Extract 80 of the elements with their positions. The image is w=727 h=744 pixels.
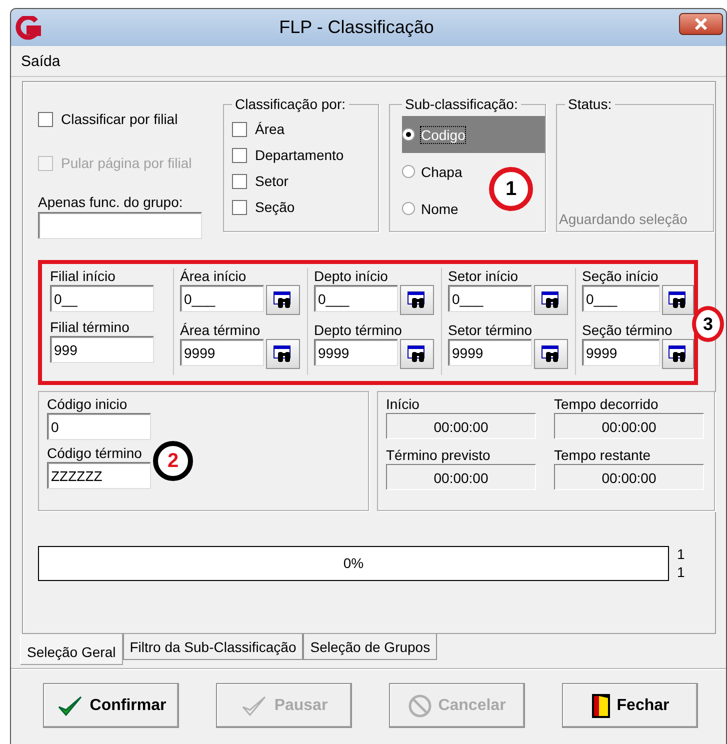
check-icon bbox=[240, 694, 268, 718]
lookup-button[interactable] bbox=[266, 339, 300, 369]
group-title: Status: bbox=[567, 96, 613, 112]
field-label: Filial término bbox=[50, 319, 130, 335]
callout-marker: 3 bbox=[692, 306, 724, 342]
callout-marker: 2 bbox=[153, 441, 193, 481]
field-label: Término previsto bbox=[386, 447, 492, 463]
time-display: 00:00:00 bbox=[386, 413, 536, 439]
field-label: Depto término bbox=[314, 322, 402, 338]
input-field[interactable]: 0___ bbox=[582, 285, 660, 312]
prohibited-icon bbox=[408, 694, 432, 718]
field-label: Seção início bbox=[582, 268, 658, 284]
close-icon bbox=[694, 18, 708, 30]
field-label: Apenas func. do grupo: bbox=[38, 194, 183, 210]
lookup-button[interactable] bbox=[266, 285, 300, 315]
input-field[interactable]: ZZZZZZ bbox=[47, 462, 151, 489]
logo-icon bbox=[15, 16, 41, 40]
field-label: Início bbox=[386, 396, 420, 412]
checkbox[interactable]: Setor bbox=[232, 168, 370, 194]
binoculars-icon bbox=[668, 345, 688, 363]
time-display: 00:00:00 bbox=[554, 464, 704, 490]
input-field[interactable]: 0__ bbox=[50, 285, 154, 312]
lookup-button[interactable] bbox=[400, 285, 434, 315]
lookup-button[interactable] bbox=[662, 285, 694, 315]
checkbox[interactable]: Classificar por filial bbox=[38, 108, 213, 130]
field-label: Área início bbox=[180, 268, 246, 284]
field-label: Seção término bbox=[582, 322, 672, 338]
input-field[interactable] bbox=[38, 212, 202, 239]
input-field[interactable]: 999 bbox=[50, 336, 154, 363]
input-field[interactable]: 0___ bbox=[180, 285, 264, 312]
binoculars-icon bbox=[668, 291, 688, 309]
lookup-button[interactable] bbox=[400, 339, 434, 369]
binoculars-icon bbox=[541, 291, 561, 309]
field-label: Tempo restante bbox=[554, 447, 652, 463]
action-button[interactable]: Confirmar bbox=[43, 683, 179, 728]
checkbox[interactable]: Seção bbox=[232, 194, 370, 220]
progress-text: 0% bbox=[343, 555, 364, 571]
input-field[interactable]: 9999 bbox=[582, 339, 660, 366]
action-button[interactable]: Fechar bbox=[562, 683, 698, 728]
field-label: Setor término bbox=[448, 322, 532, 338]
lookup-button[interactable] bbox=[534, 285, 568, 315]
status-text: Aguardando seleção bbox=[559, 211, 688, 227]
field-label: Área término bbox=[180, 322, 260, 338]
binoculars-icon bbox=[407, 291, 427, 309]
window-title: FLP - Classificação bbox=[278, 17, 435, 38]
input-field[interactable]: 0 bbox=[47, 413, 151, 440]
binoculars-icon bbox=[273, 291, 293, 309]
input-field[interactable]: 0___ bbox=[448, 285, 532, 312]
time-display: 00:00:00 bbox=[386, 464, 536, 490]
radio-option[interactable]: Codigo bbox=[402, 116, 545, 153]
input-field[interactable]: 9999 bbox=[448, 339, 532, 366]
check-icon bbox=[56, 694, 84, 718]
field-label: Tempo decorrido bbox=[554, 396, 660, 412]
checkbox[interactable]: Área bbox=[232, 116, 370, 142]
input-field[interactable]: 9999 bbox=[314, 339, 398, 366]
door-icon bbox=[590, 692, 611, 718]
field-label: Código inicio bbox=[47, 396, 128, 412]
close-button[interactable] bbox=[679, 13, 723, 35]
field-label: Código término bbox=[47, 445, 142, 461]
counter-text: 1 bbox=[677, 563, 685, 581]
counter-text: 1 bbox=[677, 545, 685, 563]
binoculars-icon bbox=[273, 345, 293, 363]
group-title: Sub-classificação: bbox=[404, 96, 519, 112]
time-display: 00:00:00 bbox=[554, 413, 704, 439]
binoculars-icon bbox=[541, 345, 561, 363]
checkbox[interactable]: Departamento bbox=[232, 142, 370, 168]
menu-item[interactable]: Saída bbox=[17, 52, 64, 70]
callout-marker: 1 bbox=[489, 167, 533, 211]
binoculars-icon bbox=[407, 345, 427, 363]
tab[interactable]: Seleção Geral bbox=[20, 634, 123, 665]
lookup-button[interactable] bbox=[662, 339, 694, 369]
lookup-button[interactable] bbox=[534, 339, 568, 369]
tab[interactable]: Seleção de Grupos bbox=[303, 634, 438, 660]
group-title: Classificação por: bbox=[234, 96, 346, 112]
field-label: Depto início bbox=[314, 268, 388, 284]
input-field[interactable]: 0___ bbox=[314, 285, 398, 312]
field-label: Filial início bbox=[50, 268, 116, 284]
input-field[interactable]: 9999 bbox=[180, 339, 264, 366]
tab[interactable]: Filtro da Sub-Classificação bbox=[122, 634, 304, 660]
field-label: Setor início bbox=[448, 268, 518, 284]
